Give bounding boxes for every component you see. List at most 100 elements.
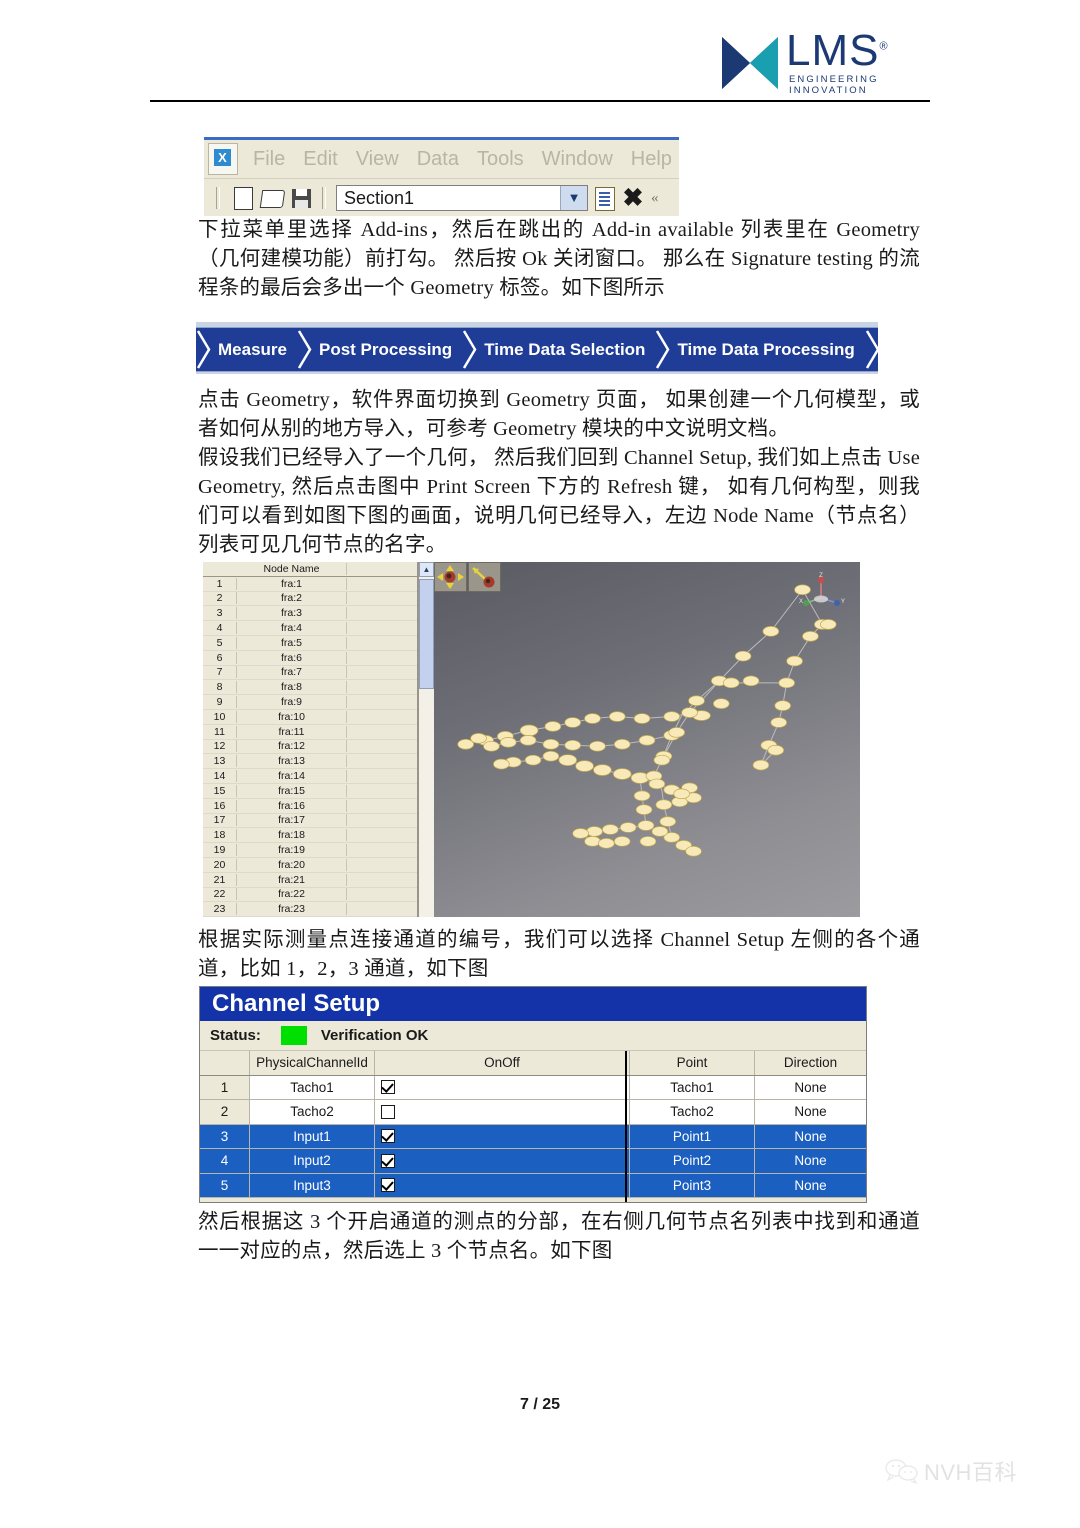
node-table-row[interactable]: 21 fra:21 — [203, 873, 417, 888]
channel-table-header: PhysicalChannelId OnOff Point Direction — [200, 1051, 866, 1076]
workflow-step-time-data-processing[interactable]: Time Data Processing — [655, 328, 864, 371]
node-table-scrollbar[interactable]: ▲ — [418, 562, 434, 917]
menu-item-edit[interactable]: Edit — [294, 148, 346, 171]
paragraph-addins-instructions: 下拉菜单里选择 Add-ins，然后在跳出的 Add-in available … — [198, 219, 920, 299]
paragraph-channel-selection: 根据实际测量点连接通道的编号，我们可以选择 Channel Setup 左侧的各… — [198, 929, 920, 980]
node-row-index: 15 — [203, 784, 237, 797]
workflow-step-geometry[interactable]: Geometry — [865, 328, 976, 371]
workflow-step-label: Measure — [218, 339, 287, 359]
node-header-name: Node Name — [237, 562, 347, 575]
channel-table-row[interactable]: 5 Input3 Point3 None — [200, 1173, 866, 1198]
channel-setup-table: PhysicalChannelId OnOff Point Direction … — [200, 1051, 866, 1198]
node-table-row[interactable]: 1 fra:1 — [203, 577, 417, 592]
node-table-row[interactable]: 3 fra:3 — [203, 606, 417, 622]
watermark-text: NVH百科 — [924, 1460, 1017, 1485]
delete-section-icon[interactable]: ✖ — [621, 186, 645, 211]
channel-table-row[interactable]: 2 Tacho2 Tacho2 None — [200, 1100, 866, 1125]
node-row-index: 18 — [203, 829, 237, 842]
channel-row-physicalchannelid: Tacho2 — [250, 1100, 375, 1124]
node-row-name: fra:3 — [237, 607, 347, 620]
node-row-name: fra:17 — [237, 814, 347, 827]
workflow-step-time-data-selection[interactable]: Time Data Selection — [462, 328, 655, 371]
node-table-row[interactable]: 23 fra:23 — [203, 902, 417, 917]
menu-item-window[interactable]: Window — [533, 148, 622, 171]
open-folder-icon[interactable] — [259, 186, 286, 210]
toolbar-separator-2 — [322, 187, 326, 209]
geometry-3d-viewport[interactable]: Z X Y — [434, 562, 860, 917]
application-window-screenshot: X File Edit View Data Tools Window Help … — [204, 137, 679, 216]
chevron-icon — [463, 330, 477, 369]
workflow-step-post-processing[interactable]: Post Processing — [297, 328, 462, 371]
channel-table-row[interactable]: 3 Input1 Point1 None — [200, 1124, 866, 1149]
column-header-direction: Direction — [783, 1055, 838, 1070]
channel-row-onoff-cell — [375, 1100, 630, 1124]
column-header-index — [200, 1051, 250, 1075]
watermark: NVH百科 — [884, 1455, 1017, 1487]
section-dropdown[interactable]: Section1 ▼ — [336, 185, 588, 211]
channel-row-index: 5 — [200, 1173, 250, 1197]
channel-row-onoff-cell — [375, 1173, 630, 1197]
node-table-row[interactable]: 18 fra:18 — [203, 828, 417, 844]
node-table-row[interactable]: 4 fra:4 — [203, 621, 417, 636]
chevron-down-icon[interactable]: ▼ — [560, 186, 587, 210]
node-row-name: fra:9 — [237, 696, 347, 709]
onoff-checkbox[interactable] — [381, 1104, 395, 1119]
node-table-row[interactable]: 13 fra:13 — [203, 754, 417, 770]
workflow-step-measure[interactable]: Measure — [196, 328, 297, 371]
channel-row-direction: None — [794, 1153, 827, 1168]
menu-bar: X File Edit View Data Tools Window Help — [204, 140, 679, 179]
node-table-row[interactable]: 12 fra:12 — [203, 740, 417, 755]
menu-item-file[interactable]: File — [244, 148, 294, 171]
node-row-index: 22 — [203, 888, 237, 901]
channel-row-physicalchannelid: Tacho1 — [250, 1075, 375, 1099]
node-row-index: 5 — [203, 636, 237, 649]
node-table-row[interactable]: 20 fra:20 — [203, 858, 417, 873]
column-header-physicalchannelid: PhysicalChannelId — [250, 1051, 375, 1075]
menu-item-help[interactable]: Help — [622, 148, 679, 171]
scroll-up-button[interactable]: ▲ — [419, 562, 434, 577]
workflow-step-label: Time Data Selection — [484, 339, 646, 359]
node-name-table: Node Name 1 fra:1 2 fra:2 3 fra:3 4 fra:4 5 fra:5… — [203, 562, 417, 917]
node-row-name: fra:10 — [237, 710, 347, 723]
node-table-row[interactable]: 10 fra:10 — [203, 710, 417, 725]
scrollbar-thumb[interactable] — [419, 579, 434, 689]
onoff-checkbox[interactable] — [381, 1153, 395, 1168]
new-file-icon[interactable] — [229, 186, 253, 210]
node-table-row[interactable]: 5 fra:5 — [203, 636, 417, 651]
document-icon: X — [208, 143, 238, 175]
node-table-row[interactable]: 14 fra:14 — [203, 769, 417, 784]
node-row-index: 12 — [203, 740, 237, 753]
onoff-checkbox[interactable] — [381, 1178, 395, 1193]
toolbar-separator — [216, 187, 220, 209]
channel-row-direction: None — [794, 1128, 827, 1144]
node-table-row[interactable]: 15 fra:15 — [203, 784, 417, 799]
node-row-name: fra:13 — [237, 755, 347, 768]
node-table-row[interactable]: 22 fra:22 — [203, 888, 417, 903]
menu-item-data[interactable]: Data — [408, 148, 468, 171]
node-table-row[interactable]: 17 fra:17 — [203, 814, 417, 829]
node-table-row[interactable]: 7 fra:7 — [203, 666, 417, 681]
node-table-row[interactable]: 8 fra:8 — [203, 680, 417, 696]
onoff-checkbox[interactable] — [381, 1129, 395, 1144]
onoff-checkbox[interactable] — [381, 1080, 395, 1095]
node-row-index: 14 — [203, 770, 237, 783]
node-row-index: 10 — [203, 710, 237, 723]
menu-item-tools[interactable]: Tools — [468, 148, 533, 171]
channel-table-row[interactable]: 4 Input2 Point2 None — [200, 1149, 866, 1174]
node-table-row[interactable]: 6 fra:6 — [203, 651, 417, 666]
overflow-icon[interactable]: « — [651, 186, 665, 210]
node-table-row[interactable]: 16 fra:16 — [203, 799, 417, 814]
channel-row-physicalchannelid: Input3 — [250, 1173, 375, 1197]
save-icon[interactable] — [289, 186, 313, 210]
node-row-index: 9 — [203, 696, 237, 709]
channel-row-point: Point3 — [630, 1173, 755, 1197]
rotate-tool-icon[interactable] — [468, 562, 501, 592]
pan-tool-icon[interactable] — [434, 562, 467, 592]
channel-table-row[interactable]: 1 Tacho1 Tacho1 None — [200, 1075, 866, 1100]
node-table-row[interactable]: 2 fra:2 — [203, 592, 417, 607]
node-table-row[interactable]: 19 fra:19 — [203, 843, 417, 858]
new-section-icon[interactable] — [591, 186, 615, 211]
node-table-row[interactable]: 11 fra:11 — [203, 725, 417, 740]
menu-item-view[interactable]: View — [347, 148, 408, 171]
node-table-row[interactable]: 9 fra:9 — [203, 695, 417, 710]
